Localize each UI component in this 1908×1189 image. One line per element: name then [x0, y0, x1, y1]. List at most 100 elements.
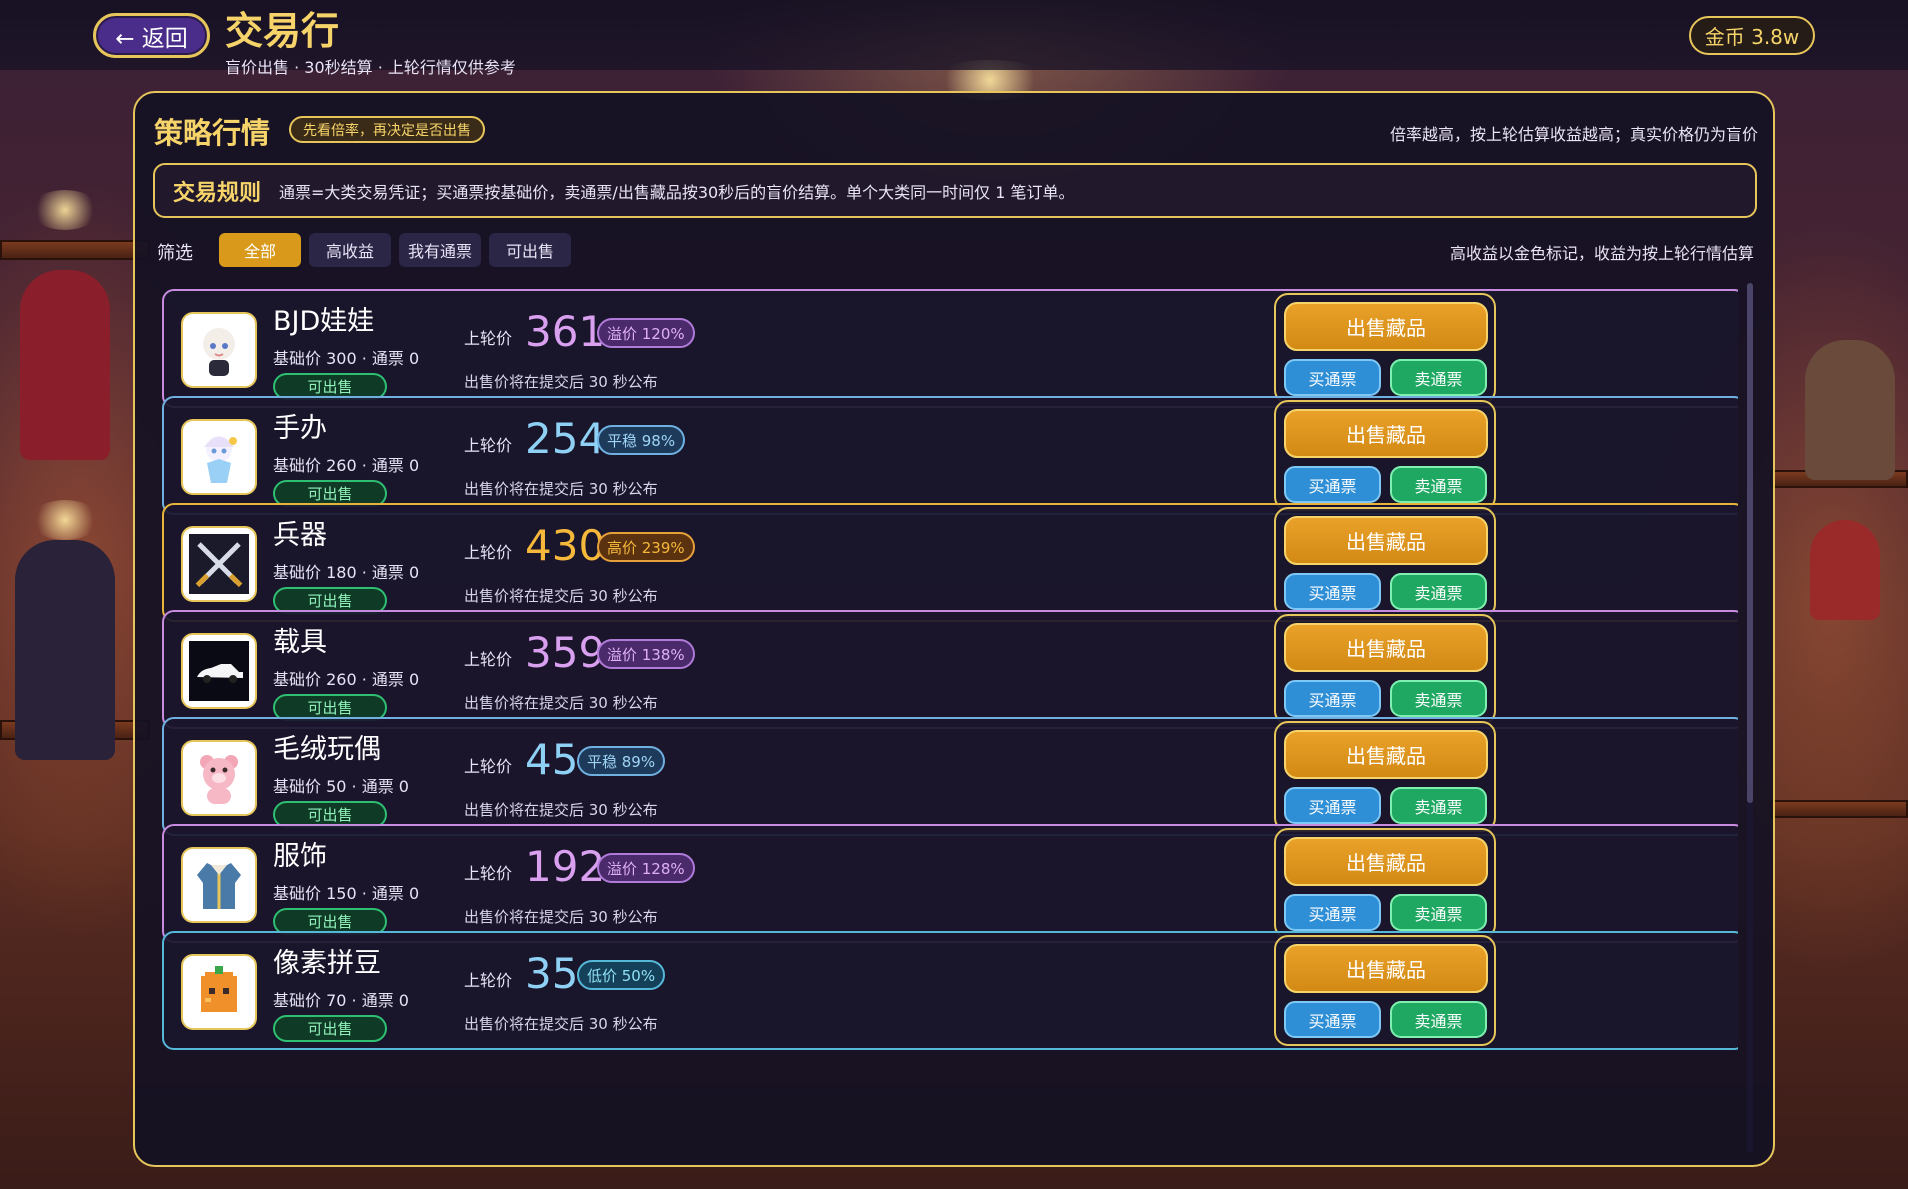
back-button[interactable]: ← 返回	[93, 13, 210, 58]
reveal-note: 出售价将在提交后 30 秒公布	[464, 587, 658, 605]
price-ratio-badge: 溢价 128%	[597, 853, 695, 883]
sell-ticket-button[interactable]: 卖通票	[1390, 680, 1487, 717]
rules-text: 通票=大类交易凭证；买通票按基础价，卖通票/出售藏品按30秒后的盲价结算。单个大…	[279, 182, 1075, 202]
action-group: 出售藏品 买通票 卖通票	[1274, 935, 1496, 1046]
sell-ticket-button[interactable]: 卖通票	[1390, 359, 1487, 396]
right-shelf	[1770, 800, 1908, 818]
sell-item-button[interactable]: 出售藏品	[1284, 837, 1488, 886]
price-ratio-badge: 溢价 120%	[597, 318, 695, 348]
filter-label: 筛选	[157, 243, 193, 264]
trade-rules-box: 交易规则 通票=大类交易凭证；买通票按基础价，卖通票/出售藏品按30秒后的盲价结…	[153, 163, 1757, 218]
list-item: 兵器 基础价 180 · 通票 0 可出售 上轮价 430 高价 239% 出售…	[162, 503, 1738, 622]
buy-ticket-button[interactable]: 买通票	[1284, 787, 1381, 824]
sell-item-button[interactable]: 出售藏品	[1284, 516, 1488, 565]
figure-icon	[181, 419, 257, 495]
reveal-note: 出售价将在提交后 30 秒公布	[464, 1015, 658, 1033]
item-base-info: 基础价 260 · 通票 0	[273, 456, 420, 475]
last-price-label: 上轮价	[464, 757, 513, 776]
last-price-label: 上轮价	[464, 436, 513, 455]
price-ratio-badge: 平稳 89%	[577, 746, 666, 776]
filter-note: 高收益以金色标记，收益为按上轮行情估算	[1449, 244, 1754, 263]
buy-ticket-button[interactable]: 买通票	[1284, 680, 1381, 717]
item-base-info: 基础价 260 · 通票 0	[273, 670, 420, 689]
item-base-info: 基础价 150 · 通票 0	[273, 884, 420, 903]
buy-ticket-button[interactable]: 买通票	[1284, 1001, 1381, 1038]
sell-item-button[interactable]: 出售藏品	[1284, 623, 1488, 672]
pixel-bead-icon	[181, 954, 257, 1030]
price-ratio-badge: 溢价 138%	[597, 639, 695, 669]
last-price-value: 192	[525, 842, 606, 891]
last-price-label: 上轮价	[464, 864, 513, 883]
sell-ticket-button[interactable]: 卖通票	[1390, 787, 1487, 824]
sell-ticket-button[interactable]: 卖通票	[1390, 466, 1487, 503]
scrollbar-thumb[interactable]	[1747, 283, 1753, 803]
sell-ticket-button[interactable]: 卖通票	[1390, 1001, 1487, 1038]
list-item: 服饰 基础价 150 · 通票 0 可出售 上轮价 192 溢价 128% 出售…	[162, 824, 1738, 943]
page-subtitle: 盲价出售 · 30秒结算 · 上轮行情仅供参考	[225, 58, 516, 77]
coin-balance: 金币 3.8w	[1689, 16, 1815, 55]
item-base-info: 基础价 50 · 通票 0	[273, 777, 409, 796]
sell-item-button[interactable]: 出售藏品	[1284, 409, 1488, 458]
action-group: 出售藏品 买通票 卖通票	[1274, 293, 1496, 404]
reveal-note: 出售价将在提交后 30 秒公布	[464, 801, 658, 819]
doll-figure	[20, 270, 110, 460]
last-price-label: 上轮价	[464, 329, 513, 348]
sell-item-button[interactable]: 出售藏品	[1284, 944, 1488, 993]
item-name: BJD娃娃	[273, 306, 375, 337]
list-item: 载具 基础价 260 · 通票 0 可出售 上轮价 359 溢价 138% 出售…	[162, 610, 1738, 729]
crossed-swords-icon	[181, 526, 257, 602]
item-base-info: 基础价 70 · 通票 0	[273, 991, 409, 1010]
price-ratio-badge: 平稳 98%	[597, 425, 686, 455]
last-price-label: 上轮价	[464, 971, 513, 990]
left-shelf	[0, 240, 150, 260]
rules-title: 交易规则	[173, 180, 262, 206]
item-base-info: 基础价 300 · 通票 0	[273, 349, 420, 368]
reveal-note: 出售价将在提交后 30 秒公布	[464, 480, 658, 498]
item-name: 兵器	[273, 520, 327, 551]
item-name: 服饰	[273, 841, 327, 872]
reveal-note: 出售价将在提交后 30 秒公布	[464, 373, 658, 391]
action-group: 出售藏品 买通票 卖通票	[1274, 828, 1496, 939]
reveal-note: 出售价将在提交后 30 秒公布	[464, 694, 658, 712]
price-ratio-badge: 低价 50%	[577, 960, 666, 990]
reveal-note: 出售价将在提交后 30 秒公布	[464, 908, 658, 926]
dress-figure	[1810, 520, 1880, 620]
sell-item-button[interactable]: 出售藏品	[1284, 730, 1488, 779]
list-item: 毛绒玩偶 基础价 50 · 通票 0 可出售 上轮价 45 平稳 89% 出售价…	[162, 717, 1738, 836]
buy-ticket-button[interactable]: 买通票	[1284, 894, 1381, 931]
sell-ticket-button[interactable]: 卖通票	[1390, 894, 1487, 931]
filter-chip-all[interactable]: 全部	[219, 233, 301, 267]
top-bar: ← 返回 交易行 盲价出售 · 30秒结算 · 上轮行情仅供参考 金币 3.8w	[0, 0, 1908, 77]
ceiling-light	[30, 190, 100, 230]
sell-ticket-button[interactable]: 卖通票	[1390, 573, 1487, 610]
panel-title: 策略行情	[154, 116, 271, 150]
list-scrollbar[interactable]	[1747, 283, 1753, 1153]
buy-ticket-button[interactable]: 买通票	[1284, 359, 1381, 396]
sell-item-button[interactable]: 出售藏品	[1284, 302, 1488, 351]
item-name: 毛绒玩偶	[273, 734, 381, 765]
filter-chip-sellable[interactable]: 可出售	[489, 233, 571, 267]
filter-chip-have-ticket[interactable]: 我有通票	[399, 233, 481, 267]
last-price-value: 35	[525, 949, 579, 998]
last-price-value: 361	[525, 307, 606, 356]
buy-ticket-button[interactable]: 买通票	[1284, 466, 1381, 503]
strategy-tip-badge: 先看倍率，再决定是否出售	[289, 116, 485, 143]
list-item: 像素拼豆 基础价 70 · 通票 0 可出售 上轮价 35 低价 50% 出售价…	[162, 931, 1738, 1050]
item-name: 像素拼豆	[273, 948, 381, 979]
action-group: 出售藏品 买通票 卖通票	[1274, 614, 1496, 725]
car-icon	[181, 633, 257, 709]
buy-ticket-button[interactable]: 买通票	[1284, 573, 1381, 610]
filter-chip-high-yield[interactable]: 高收益	[309, 233, 391, 267]
doll-figure	[15, 540, 115, 760]
item-name: 载具	[273, 627, 327, 658]
item-list: BJD娃娃 基础价 300 · 通票 0 可出售 上轮价 361 溢价 120%…	[162, 289, 1738, 1155]
action-group: 出售藏品 买通票 卖通票	[1274, 721, 1496, 832]
item-base-info: 基础价 180 · 通票 0	[273, 563, 420, 582]
ceiling-light	[30, 500, 100, 540]
plush-bear-icon	[181, 740, 257, 816]
price-ratio-badge: 高价 239%	[597, 532, 695, 562]
page-title: 交易行	[225, 9, 340, 53]
action-group: 出售藏品 买通票 卖通票	[1274, 507, 1496, 618]
last-price-value: 45	[525, 735, 579, 784]
item-name: 手办	[273, 413, 327, 444]
